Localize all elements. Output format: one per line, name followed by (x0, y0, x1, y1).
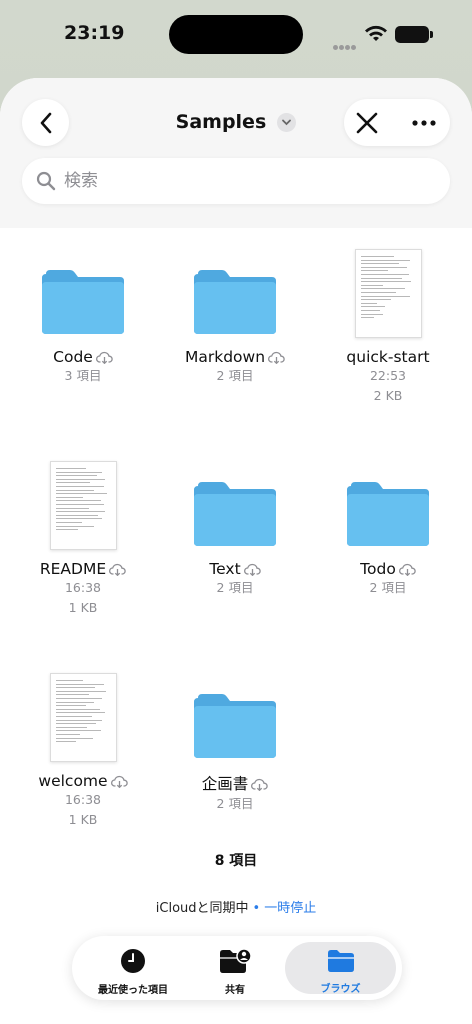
folder-icon (160, 657, 310, 762)
pause-sync-link[interactable]: 一時停止 (264, 901, 316, 916)
file-size: 1 KB (68, 600, 98, 615)
document-thumbnail (8, 445, 158, 550)
clock-icon (121, 949, 145, 973)
dynamic-island (169, 15, 303, 54)
file-meta: 2 項目 (369, 580, 407, 595)
file-name: Code (53, 348, 93, 366)
file-name: quick-start (346, 348, 430, 366)
file-name: welcome (38, 772, 108, 790)
tab-recent[interactable]: 最近使った項目 (88, 942, 178, 996)
file-modified-time: 22:53 (369, 368, 407, 383)
file-browser-sheet: Samples Cod (0, 78, 472, 1024)
file-modified-time: 16:38 (64, 580, 102, 595)
status-bar: 23:19 (0, 0, 472, 70)
tab-recent-label: 最近使った項目 (98, 985, 168, 996)
sync-separator: • (252, 901, 261, 916)
cloud-download-icon (398, 563, 416, 576)
item-count: 8 項目 (214, 853, 258, 869)
folder-icon (160, 445, 310, 550)
close-icon[interactable] (354, 110, 380, 136)
file-item-welcome[interactable]: welcome 16:38 1 KB (8, 657, 158, 830)
tab-browse[interactable]: ブラウズ (285, 942, 396, 995)
cloud-download-icon (243, 563, 261, 576)
folder-icon (160, 233, 310, 338)
file-meta: 2 項目 (216, 580, 254, 595)
chevron-down-icon (277, 112, 297, 132)
file-item-quick-start[interactable]: quick-start 22:53 2 KB (313, 233, 463, 406)
file-item-text[interactable]: Text 2 項目 (160, 445, 310, 598)
cloud-download-icon (268, 351, 285, 364)
file-item-readme[interactable]: README 16:38 1 KB (8, 445, 158, 618)
file-name: Markdown (184, 348, 266, 366)
file-item-code[interactable]: Code 3 項目 (8, 233, 158, 386)
folder-icon (313, 445, 463, 550)
file-meta: 2 項目 (216, 368, 254, 383)
battery-icon (395, 26, 433, 43)
file-item-markdown[interactable]: Markdown 2 項目 (160, 233, 310, 386)
document-thumbnail (8, 657, 158, 762)
status-time: 23:19 (64, 22, 125, 44)
cloud-download-icon (251, 778, 268, 791)
folder-fill-icon (327, 950, 354, 972)
search-input[interactable] (64, 166, 434, 196)
action-pill (344, 99, 450, 146)
document-thumbnail (313, 233, 463, 338)
cloud-download-icon (110, 775, 128, 788)
file-name: README (39, 560, 107, 578)
shared-folder-icon (220, 948, 252, 973)
tab-shared-label: 共有 (225, 985, 245, 996)
folder-icon (8, 233, 158, 338)
search-bar[interactable] (22, 158, 450, 204)
file-item-kikakusho[interactable]: 企画書 2 項目 (160, 657, 310, 814)
file-name: Todo (360, 560, 396, 578)
wifi-icon (365, 25, 387, 41)
cloud-download-icon (109, 563, 126, 576)
navigation-header: Samples (0, 78, 472, 228)
file-name: Text (209, 560, 241, 578)
file-meta: 3 項目 (64, 368, 102, 383)
file-meta: 2 項目 (216, 796, 254, 811)
file-size: 2 KB (373, 388, 403, 403)
file-item-todo[interactable]: Todo 2 項目 (313, 445, 463, 598)
sync-status: iCloudと同期中 • 一時停止 (0, 897, 472, 916)
tab-shared[interactable]: 共有 (200, 942, 270, 996)
file-name: 企画書 (201, 775, 249, 793)
file-modified-time: 16:38 (64, 792, 102, 807)
cloud-download-icon (95, 351, 113, 364)
file-size: 1 KB (68, 812, 98, 827)
page-title: Samples (175, 111, 267, 133)
search-icon (36, 171, 56, 191)
tab-browse-label: ブラウズ (320, 984, 361, 995)
more-icon[interactable] (410, 112, 438, 134)
tab-bar: 最近使った項目 共有 ブラウズ (72, 936, 402, 1000)
sync-text: iCloudと同期中 (155, 901, 249, 916)
cellular-signal-icon (333, 35, 357, 54)
